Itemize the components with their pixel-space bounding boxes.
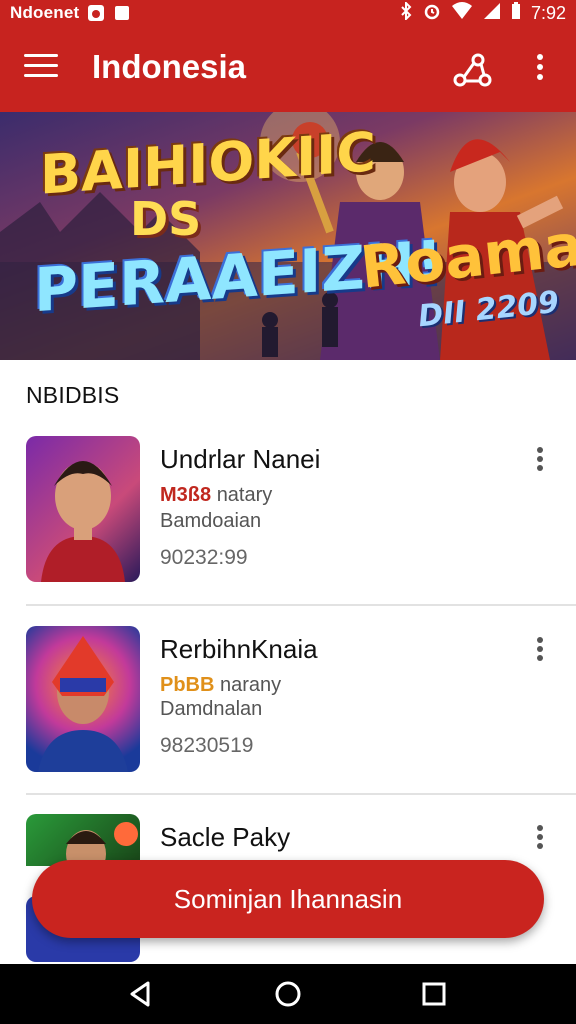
item-subtitle: Damdnalan xyxy=(160,698,263,720)
more-vert-icon[interactable] xyxy=(526,50,554,90)
item-tag-text: narany xyxy=(220,674,282,696)
wifi-icon xyxy=(451,1,473,25)
item-name: Sacle Paky xyxy=(160,822,291,852)
item-avatar xyxy=(26,436,140,582)
bluetooth-icon xyxy=(399,0,413,25)
item-number: 90232:99 xyxy=(160,546,248,569)
battery-icon xyxy=(511,1,521,25)
item-tag-text: natary xyxy=(216,484,273,506)
item-subtitle: Bamdoaian xyxy=(160,510,262,532)
back-icon[interactable] xyxy=(124,978,156,1010)
primary-action-button[interactable]: Sominjan Ihannasin xyxy=(32,860,544,938)
item-tag: PbBB xyxy=(160,674,215,696)
status-bar: Ndoenet 7:92 xyxy=(0,0,576,26)
list-item[interactable]: RerbihnKnaia PbBB narany Damdnalan 98230… xyxy=(0,610,576,800)
banner-line-2: DS xyxy=(130,192,202,246)
alarm-icon xyxy=(423,2,441,25)
item-tag: M3ß8 xyxy=(160,484,212,506)
item-meta: M3ß8 natary xyxy=(160,484,272,507)
item-name: Undrlar Nanei xyxy=(160,444,321,474)
status-icons: 7:92 xyxy=(399,0,566,26)
promo-banner[interactable]: BAIHIOKIIC DS PERAAEIZH! Roaman DII 2209 xyxy=(0,112,576,360)
divider xyxy=(26,604,576,606)
app-bar: Indonesia xyxy=(0,26,576,112)
signal-icon xyxy=(483,2,501,25)
item-more-icon[interactable] xyxy=(530,822,550,856)
list-item[interactable]: Undrlar Nanei M3ß8 natary Bamdoaian 9023… xyxy=(0,420,576,610)
share-icon[interactable] xyxy=(452,50,492,90)
clock: 7:92 xyxy=(530,2,566,23)
app-notification-icon xyxy=(87,4,105,22)
divider xyxy=(26,793,576,795)
item-more-icon[interactable] xyxy=(530,634,550,668)
system-nav-bar xyxy=(0,964,576,1024)
notification-square-icon xyxy=(113,4,131,22)
home-icon[interactable] xyxy=(272,978,304,1010)
item-meta: PbBB narany xyxy=(160,674,281,697)
recents-icon[interactable] xyxy=(418,978,450,1010)
menu-icon[interactable] xyxy=(24,54,58,84)
item-more-icon[interactable] xyxy=(530,444,550,478)
section-title: NBIDBIS xyxy=(26,382,120,408)
carrier-label: Ndoenet xyxy=(10,3,80,22)
item-number: 98230519 xyxy=(160,734,254,757)
item-avatar xyxy=(26,626,140,772)
page-title: Indonesia xyxy=(92,48,247,85)
item-name: RerbihnKnaia xyxy=(160,634,318,664)
